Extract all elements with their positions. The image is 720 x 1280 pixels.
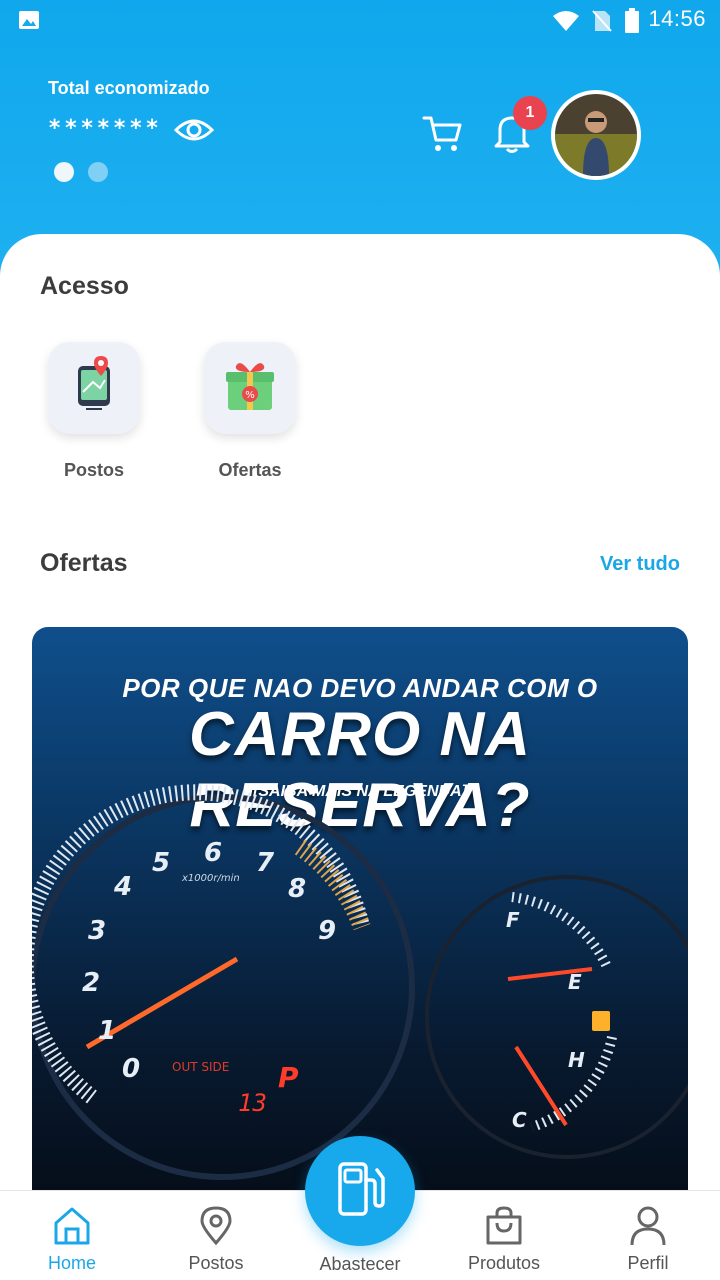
gauge-number-3: 3 bbox=[88, 916, 106, 946]
nav-perfil-label: Perfil bbox=[627, 1253, 669, 1273]
location-pin-icon bbox=[200, 1206, 232, 1246]
map-pin-icon bbox=[78, 356, 110, 410]
gauge-number-6: 6 bbox=[204, 838, 222, 868]
fuel-label-c: C bbox=[512, 1108, 527, 1132]
image-notification-icon bbox=[19, 11, 39, 29]
user-icon bbox=[630, 1206, 666, 1246]
access-postos-button[interactable] bbox=[48, 342, 140, 434]
gauge-number-7: 7 bbox=[256, 848, 275, 878]
see-all-link[interactable]: Ver tudo bbox=[600, 553, 680, 576]
nav-perfil[interactable]: Perfil bbox=[588, 1191, 708, 1280]
total-saved-label: Total economizado bbox=[48, 78, 210, 98]
gauge-number-1: 1 bbox=[98, 1016, 116, 1046]
carousel-dots bbox=[54, 162, 108, 182]
access-postos-label: Postos bbox=[63, 460, 124, 480]
carousel-dot[interactable] bbox=[88, 162, 108, 182]
access-section-title: Acesso bbox=[40, 272, 129, 300]
fuel-label-h: H bbox=[568, 1048, 585, 1072]
no-sim-icon bbox=[592, 10, 612, 32]
access-ofertas-button[interactable]: % bbox=[204, 342, 296, 434]
nav-home[interactable]: Home bbox=[12, 1191, 132, 1280]
wifi-icon bbox=[553, 11, 579, 31]
total-saved-value: ******* bbox=[48, 116, 162, 141]
carousel-dot-active[interactable] bbox=[54, 162, 74, 182]
outside-label: OUT SIDE bbox=[172, 1060, 229, 1074]
home-icon bbox=[54, 1207, 90, 1245]
avatar[interactable] bbox=[551, 90, 641, 180]
svg-text:%: % bbox=[245, 390, 255, 401]
fuel-pump-icon bbox=[338, 1162, 385, 1216]
nav-home-label: Home bbox=[47, 1253, 96, 1273]
gauge-number-5: 5 bbox=[152, 848, 170, 878]
fuel-label-e: E bbox=[568, 970, 582, 994]
gauge-number-9: 9 bbox=[318, 916, 336, 946]
gauge-number-8: 8 bbox=[288, 874, 306, 904]
eye-icon[interactable] bbox=[174, 114, 214, 146]
status-time: 14:56 bbox=[648, 6, 706, 31]
gear-readout: P bbox=[278, 1061, 299, 1094]
fuel-label-f: F bbox=[506, 908, 520, 932]
nav-produtos[interactable]: Produtos bbox=[444, 1191, 564, 1280]
temp-readout: 13 bbox=[238, 1089, 267, 1117]
cart-icon[interactable] bbox=[422, 114, 464, 154]
gauge-number-2: 2 bbox=[82, 968, 100, 998]
rpm-label: x1000r/min bbox=[181, 873, 240, 884]
nav-postos[interactable]: Postos bbox=[156, 1191, 276, 1280]
status-bar: 14:56 bbox=[0, 0, 720, 42]
access-ofertas-label: Ofertas bbox=[218, 460, 282, 480]
shopping-bag-icon bbox=[486, 1206, 522, 1245]
notification-badge: 1 bbox=[513, 96, 547, 130]
offers-section-title: Ofertas bbox=[40, 549, 128, 577]
refuel-button[interactable] bbox=[305, 1136, 415, 1246]
battery-icon bbox=[625, 8, 639, 33]
gift-icon: % bbox=[226, 363, 274, 410]
gauge-number-4: 4 bbox=[113, 872, 132, 902]
refuel-label: Abastecer bbox=[319, 1254, 401, 1274]
nav-postos-label: Postos bbox=[188, 1253, 244, 1273]
nav-produtos-label: Produtos bbox=[467, 1253, 541, 1273]
gauge-number-0: 0 bbox=[122, 1054, 140, 1084]
